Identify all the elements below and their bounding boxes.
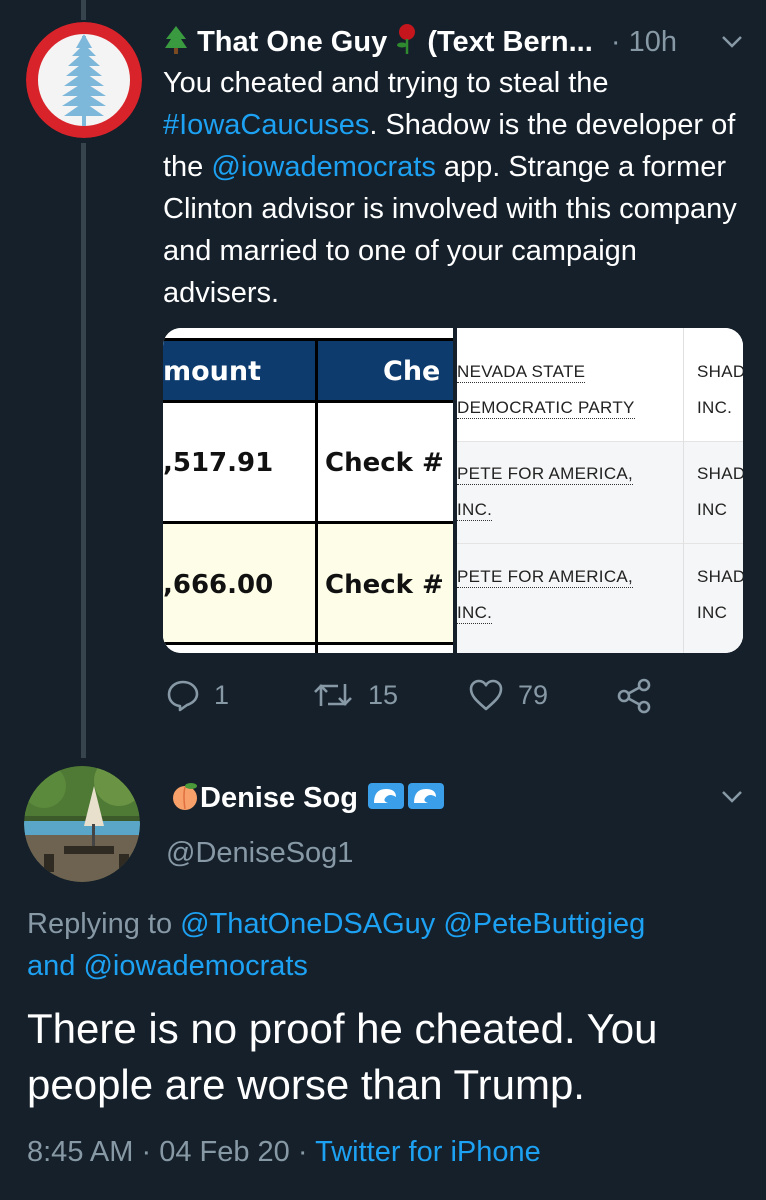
table-header-line — [163, 338, 453, 341]
payer-2-line1: PETE FOR AMERICA, — [457, 464, 634, 485]
replying-mention-1[interactable]: @ThatOneDSAGuy — [180, 908, 435, 940]
rose-icon — [395, 23, 419, 66]
reply-time: 8:45 AM — [27, 1136, 134, 1168]
vendor-1-line2: INC. — [697, 398, 733, 417]
reply-author[interactable]: Denise Sog — [170, 776, 446, 824]
reply-handle[interactable]: @DeniseSog1 — [166, 831, 353, 875]
row-2-check: Check # — [325, 570, 444, 600]
list-row-3-bg — [457, 543, 743, 653]
meta-separator-1: · — [141, 1136, 152, 1168]
retweet-count: 15 — [368, 679, 399, 710]
header-amount: mount — [163, 356, 262, 387]
replying-prefix: Replying to — [27, 908, 181, 940]
avatar[interactable] — [26, 22, 142, 138]
backyard-photo-avatar-icon — [24, 766, 140, 882]
heart-icon — [469, 679, 503, 711]
tweet-media[interactable]: mount Che ,517.91 Check # ,666.00 Check … — [163, 328, 743, 653]
retweet-button[interactable]: 15 — [312, 678, 398, 712]
replying-mention-2[interactable]: @PeteButtigieg — [443, 908, 645, 940]
payer-1-line2: DEMOCRATIC PARTY — [457, 398, 635, 419]
tweet-text-part1: You cheated and trying to steal the — [163, 67, 609, 99]
vendor-2-line1: SHAD — [697, 464, 743, 483]
evergreen-tree-icon — [163, 25, 189, 66]
media-image-right[interactable]: NEVADA STATE DEMOCRATIC PARTY SHAD INC. … — [457, 328, 743, 653]
row-2-amount: ,666.00 — [163, 570, 274, 600]
payer-3-line2: INC. — [457, 603, 493, 624]
thread-line-connector — [81, 143, 86, 758]
share-icon — [617, 678, 651, 714]
thread-line-top — [81, 0, 86, 20]
reply-count: 1 — [214, 679, 230, 710]
table-grid-v2 — [315, 338, 318, 653]
client-link[interactable]: Twitter for iPhone — [315, 1136, 541, 1168]
pine-tree-avatar-icon — [26, 22, 142, 138]
payer-3-line1: PETE FOR AMERICA, — [457, 567, 634, 588]
mention-link[interactable]: @iowademocrats — [211, 151, 435, 183]
reply-text: There is no proof he cheated. You people… — [27, 1005, 658, 1108]
tweet-meta: 8:45 AM · 04 Feb 20 · Twitter for iPhone — [27, 1130, 541, 1174]
author-name-suffix[interactable]: (Text Bern... — [427, 26, 592, 58]
reply-avatar[interactable] — [24, 766, 140, 882]
reply-date: 04 Feb 20 — [159, 1136, 290, 1168]
tweet-time[interactable]: 10h — [629, 26, 677, 58]
table-grid-h3 — [163, 642, 453, 645]
time-separator: · — [610, 26, 621, 58]
replying-to: Replying to @ThatOneDSAGuy @PeteButtigie… — [27, 903, 747, 987]
chevron-down-icon[interactable] — [721, 35, 743, 49]
tweet-actions: 1 15 79 — [0, 670, 766, 720]
wave-icon — [366, 780, 446, 824]
media-image-left[interactable]: mount Che ,517.91 Check # ,666.00 Check … — [163, 328, 453, 653]
reply-chevron-down-icon[interactable] — [721, 790, 743, 804]
peach-icon — [170, 780, 200, 824]
replying-and[interactable]: and — [27, 950, 83, 982]
row-1-check: Check # — [325, 448, 444, 478]
like-count: 79 — [518, 679, 549, 710]
tweet-header: That One Guy (Text Bern... · 10h — [163, 22, 677, 66]
vendor-3-line1: SHAD — [697, 567, 743, 586]
hashtag-link[interactable]: #IowaCaucuses — [163, 109, 369, 141]
vendor-1-line1: SHAD — [697, 362, 743, 381]
list-row-2-bg — [457, 441, 743, 544]
retweet-icon — [314, 684, 352, 706]
replying-mention-3[interactable]: @iowademocrats — [83, 950, 307, 982]
payer-1-line1: NEVADA STATE — [457, 362, 586, 383]
author-name[interactable]: That One Guy — [197, 26, 387, 58]
reply-icon — [167, 680, 199, 712]
row-1-amount: ,517.91 — [163, 448, 274, 478]
meta-separator-2: · — [297, 1136, 308, 1168]
list-col-divider — [683, 328, 684, 653]
reply-author-name[interactable]: Denise Sog — [200, 782, 358, 814]
like-button[interactable]: 79 — [468, 678, 548, 712]
vendor-3-line2: INC — [697, 603, 728, 622]
payer-2-line2: INC. — [457, 500, 493, 521]
list-row-1-bg — [457, 328, 743, 441]
share-button[interactable] — [616, 678, 652, 714]
header-check: Che — [383, 356, 441, 387]
tweet-text: You cheated and trying to steal the #Iow… — [163, 62, 743, 314]
reply-button[interactable]: 1 — [166, 678, 229, 712]
vendor-2-line2: INC — [697, 500, 728, 519]
